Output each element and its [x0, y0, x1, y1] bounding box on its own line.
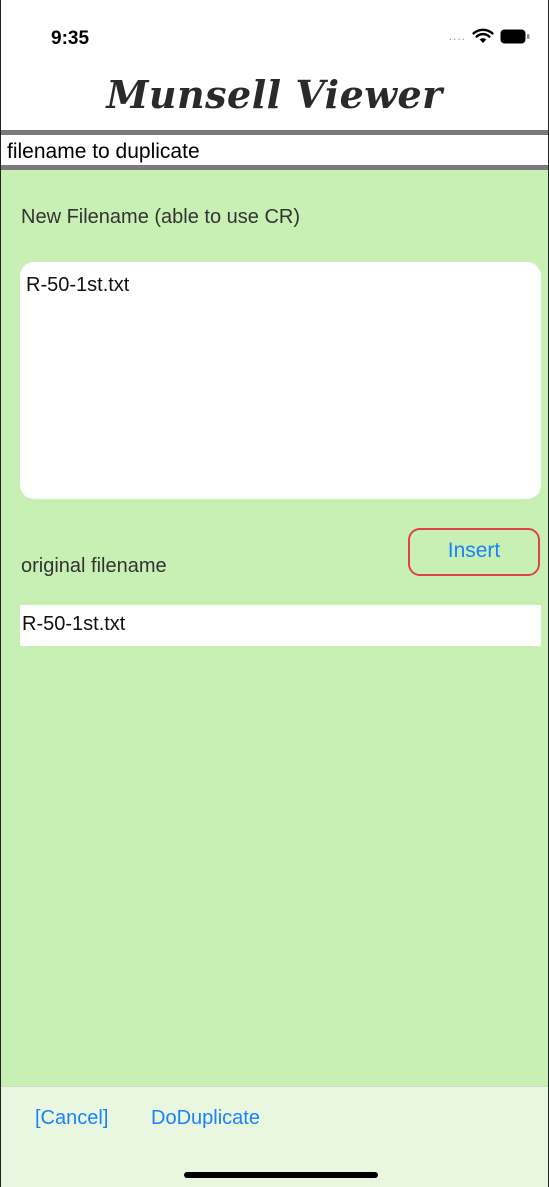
app-title: Munsell Viewer: [106, 72, 443, 117]
insert-button[interactable]: Insert: [408, 528, 540, 576]
status-icons: ....: [449, 28, 530, 44]
new-filename-label: New Filename (able to use CR): [21, 206, 300, 228]
home-indicator[interactable]: [184, 1172, 378, 1178]
content-area: New Filename (able to use CR) R-50-1st.t…: [1, 170, 548, 1086]
app-screen: 9:35 .... Munsell Viewer filename to dup…: [0, 0, 549, 1187]
wifi-icon: [472, 28, 494, 43]
new-filename-textarea[interactable]: R-50-1st.txt: [20, 262, 541, 499]
do-duplicate-button[interactable]: DoDuplicate: [151, 1107, 260, 1130]
heading-bar: filename to duplicate: [1, 130, 548, 170]
cancel-button[interactable]: [Cancel]: [35, 1107, 108, 1130]
status-time: 9:35: [51, 28, 90, 49]
battery-icon: [500, 29, 530, 43]
original-filename-field: R-50-1st.txt: [20, 605, 541, 646]
page-heading: filename to duplicate: [7, 140, 200, 163]
original-filename-label: original filename: [21, 555, 167, 577]
status-bar: 9:35 ....: [1, 0, 548, 64]
signal-icon: ....: [448, 29, 466, 43]
